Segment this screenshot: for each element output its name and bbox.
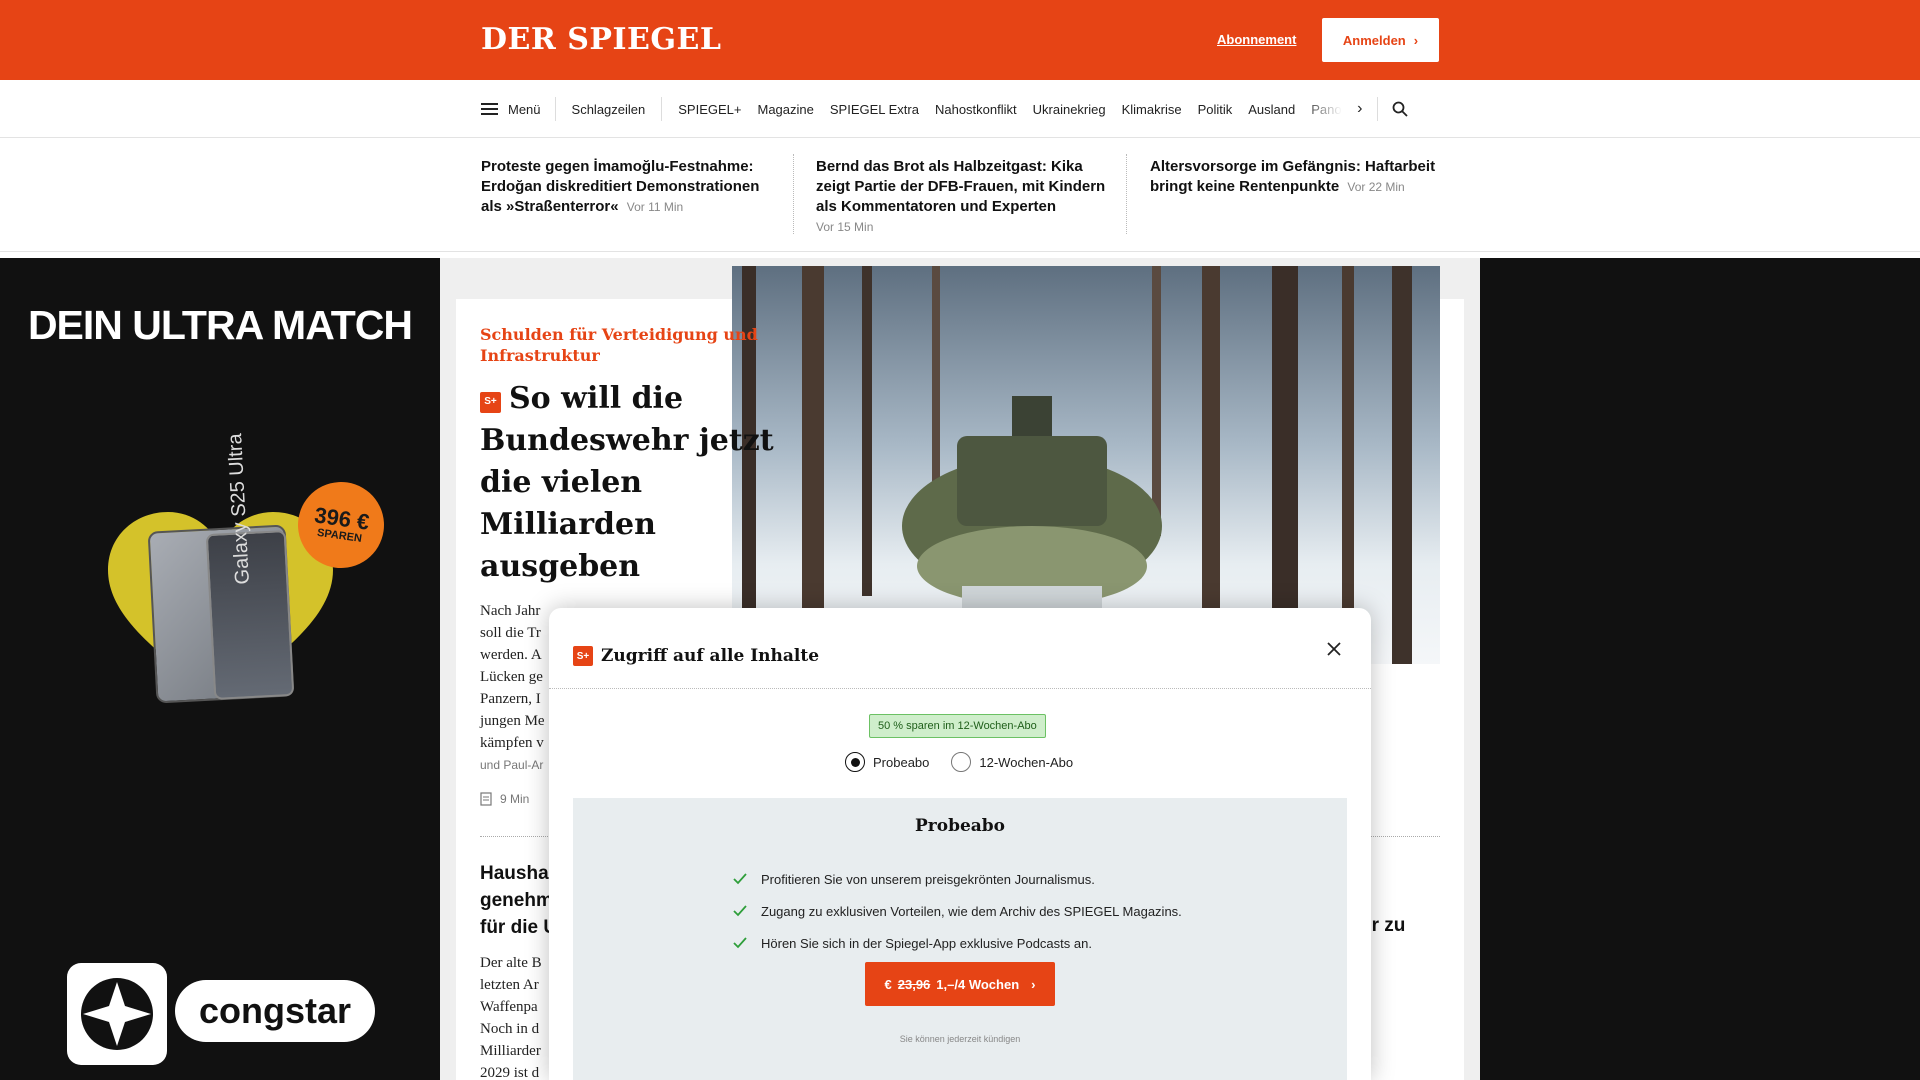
divider <box>1126 154 1127 234</box>
feature-item: Zugang zu exklusiven Vorteilen, wie dem … <box>733 895 1182 927</box>
feature-text: Zugang zu exklusiven Vorteilen, wie dem … <box>761 903 1182 919</box>
top-bar: DER SPIEGEL Abonnement Anmelden › <box>0 0 1920 80</box>
nav-link-politik[interactable]: Politik <box>1198 102 1233 117</box>
headline-item[interactable]: Altersvorsorge im Gefängnis: Haftarbeit … <box>1150 157 1445 197</box>
teaser-line: Der alte B <box>480 955 542 971</box>
feature-text: Profitieren Sie von unserem preisgekrönt… <box>761 871 1095 887</box>
option-label: Probeabo <box>873 754 930 770</box>
article-headline[interactable]: e hr zu <box>1360 887 1440 939</box>
feature-item: Hören Sie sich in der Spiegel-App exklus… <box>733 927 1182 959</box>
article-kicker[interactable]: Schulden für Verteidigung und Infrastruk… <box>480 324 780 366</box>
spiegel-plus-icon: S+ <box>573 646 593 666</box>
nav-link-spiegel-extra[interactable]: SPIEGEL Extra <box>830 102 919 117</box>
cta-old-price: 23,96 <box>897 976 931 992</box>
article-teaser: Der alte B letzten Ar Waffenpa Noch in d… <box>480 952 560 1080</box>
nav-link-ausland[interactable]: Ausland <box>1248 102 1295 117</box>
radio-selected-icon <box>845 752 865 772</box>
headline-time: Vor 11 Min <box>626 200 684 214</box>
savings-badge: 50 % sparen im 12-Wochen-Abo <box>869 714 1046 738</box>
cancel-note: Sie können jederzeit kündigen <box>899 1034 1021 1044</box>
headline-time: Vor 22 Min <box>1347 180 1405 194</box>
headline-time: Vor 15 Min <box>816 220 874 234</box>
spiegel-logo[interactable]: DER SPIEGEL <box>481 22 721 57</box>
teaser-line: Noch in d <box>480 1021 540 1037</box>
nav-links: SPIEGEL+ Magazine SPIEGEL Extra Nahostko… <box>662 97 1343 121</box>
subscription-link[interactable]: Abonnement <box>1217 32 1296 47</box>
article-title: So will die Bundeswehr jetzt die vielen … <box>480 381 774 584</box>
headline-item[interactable]: Proteste gegen İmamoğlu-Festnahme: Erdoğ… <box>481 157 781 217</box>
teaser-line: Waffenpa <box>480 999 538 1015</box>
divider <box>793 154 794 234</box>
ad-skyscraper-right[interactable] <box>1480 258 1920 1080</box>
congstar-logo-icon <box>67 963 167 1065</box>
feature-text: Hören Sie sich in der Spiegel-App exklus… <box>761 935 1092 951</box>
option-12-wochen-abo[interactable]: 12-Wochen-Abo <box>951 752 1073 772</box>
nav-link-spiegel-plus[interactable]: SPIEGEL+ <box>678 102 741 117</box>
feature-list: Profitieren Sie von unserem preisgekrönt… <box>733 863 1182 959</box>
headline-strip: Proteste gegen İmamoğlu-Festnahme: Erdoğ… <box>0 138 1920 252</box>
check-icon <box>733 905 747 917</box>
read-time-label: 9 Min <box>500 792 530 806</box>
plan-options: Probeabo 12-Wochen-Abo <box>845 752 1073 772</box>
check-icon <box>733 873 747 885</box>
cta-currency: € <box>884 976 892 992</box>
chevron-right-icon[interactable]: › <box>1342 97 1379 121</box>
headline-item[interactable]: Bernd das Brot als Halbzeitgast: Kika ze… <box>816 157 1116 237</box>
nav-link-nahostkonflikt[interactable]: Nahostkonflikt <box>935 102 1017 117</box>
subscribe-button[interactable]: € 23,96 1,–/4 Wochen › <box>865 962 1055 1006</box>
teaser-line: 2029 ist d <box>480 1065 540 1080</box>
title-line: hr zu <box>1360 915 1406 936</box>
plan-details: Probeabo Profitieren Sie von unserem pre… <box>573 798 1347 1080</box>
subscription-modal: S+ Zugriff auf alle Inhalte 50 % sparen … <box>549 608 1371 1080</box>
plan-title: Probeabo <box>914 816 1006 836</box>
divider <box>549 688 1371 689</box>
tab-schlagzeilen[interactable]: Schlagzeilen <box>556 97 663 121</box>
chevron-right-icon: › <box>1413 32 1419 48</box>
article-headline[interactable]: S+ So will die Bundeswehr jetzt die viele… <box>480 378 780 588</box>
ad-title: DEIN ULTRA MATCH <box>27 302 413 348</box>
tank-forest-photo <box>732 266 1440 664</box>
document-icon <box>480 792 492 806</box>
main-nav: Menü Schlagzeilen SPIEGEL+ Magazine SPIE… <box>0 80 1920 138</box>
title-line: e <box>1360 887 1440 913</box>
nav-link-ukrainekrieg[interactable]: Ukrainekrieg <box>1033 102 1106 117</box>
option-label: 12-Wochen-Abo <box>979 754 1074 770</box>
option-probeabo[interactable]: Probeabo <box>845 752 929 772</box>
nav-link-magazine[interactable]: Magazine <box>757 102 813 117</box>
search-button[interactable] <box>1378 101 1408 117</box>
article-authors: und Paul-Ar <box>480 758 544 772</box>
hero-image[interactable] <box>732 266 1440 664</box>
search-icon <box>1392 101 1408 117</box>
menu-label: Menü <box>508 101 541 117</box>
teaser-line: letzten Ar <box>480 977 539 993</box>
modal-title: S+ Zugriff auf alle Inhalte <box>573 646 819 666</box>
menu-button[interactable]: Menü <box>481 97 556 121</box>
radio-unselected-icon <box>951 752 972 772</box>
chevron-right-icon: › <box>1031 976 1036 992</box>
nav-link-klimakrise[interactable]: Klimakrise <box>1122 102 1182 117</box>
star-icon <box>81 978 153 1050</box>
spiegel-plus-icon: S+ <box>480 391 501 413</box>
close-icon <box>1327 642 1341 656</box>
feature-item: Profitieren Sie von unserem preisgekrönt… <box>733 863 1182 895</box>
nav-link-panorama[interactable]: Panorama <box>1311 102 1342 117</box>
check-icon <box>733 937 747 949</box>
teaser-line: Milliarder <box>480 1043 541 1059</box>
modal-title-text: Zugriff auf alle Inhalte <box>601 646 820 666</box>
brand-name: congstar <box>175 980 375 1042</box>
read-time: 9 Min <box>480 792 529 806</box>
cta-new-price: 1,–/4 Wochen <box>936 976 1020 992</box>
close-button[interactable] <box>1321 636 1347 662</box>
headline-title: Proteste gegen İmamoğlu-Festnahme: Erdoğ… <box>481 158 760 215</box>
headline-title: Bernd das Brot als Halbzeitgast: Kika ze… <box>816 158 1106 215</box>
login-button-label: Anmelden <box>1342 32 1406 48</box>
hamburger-icon <box>481 103 498 115</box>
login-button[interactable]: Anmelden › <box>1322 18 1439 62</box>
